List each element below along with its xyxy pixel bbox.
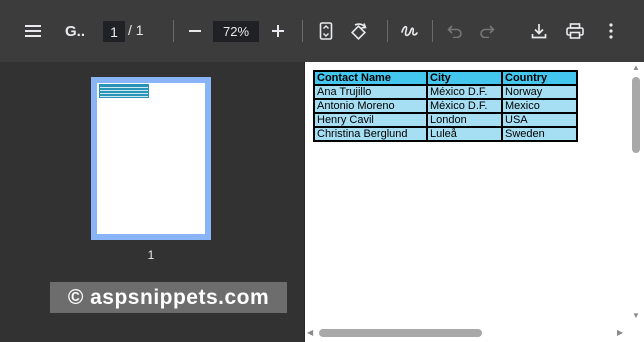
rotate-icon bbox=[345, 17, 373, 45]
table-cell: Antonio Moreno bbox=[313, 98, 428, 114]
thumbnail-table-preview bbox=[99, 84, 149, 98]
thumbnail-page-number: 1 bbox=[147, 248, 155, 262]
table-row: Christina Berglund Luleå Sweden bbox=[313, 126, 578, 142]
column-header-city: City bbox=[426, 70, 503, 86]
table-cell: Sweden bbox=[501, 126, 578, 142]
zoom-in-icon bbox=[264, 17, 292, 45]
annotate-icon bbox=[395, 17, 423, 45]
scroll-down-arrow-icon[interactable]: ▼ bbox=[632, 312, 640, 320]
table-cell: Luleå bbox=[426, 126, 503, 142]
document-title: G.. bbox=[62, 0, 88, 62]
column-header-contact-name: Contact Name bbox=[313, 70, 428, 86]
undo-button[interactable] bbox=[441, 0, 469, 62]
page-number-input[interactable]: 1 bbox=[103, 21, 125, 42]
scroll-left-arrow-icon[interactable]: ◀ bbox=[307, 329, 313, 337]
print-button[interactable] bbox=[561, 0, 589, 62]
menu-button[interactable] bbox=[19, 0, 47, 62]
document-title-text: G.. bbox=[64, 22, 85, 40]
more-icon bbox=[597, 17, 625, 45]
toolbar-separator bbox=[432, 20, 433, 42]
table-cell: Mexico bbox=[501, 98, 578, 114]
page-total-value: 1 bbox=[135, 22, 144, 38]
watermark: © aspsnippets.com bbox=[50, 282, 287, 313]
zoom-level-input[interactable]: 72% bbox=[213, 21, 259, 42]
zoom-out-icon bbox=[181, 17, 209, 45]
redo-button[interactable] bbox=[473, 0, 501, 62]
table-cell: México D.F. bbox=[426, 84, 503, 100]
table-cell: USA bbox=[501, 112, 578, 128]
more-actions-button[interactable] bbox=[597, 0, 625, 62]
table-cell: London bbox=[426, 112, 503, 128]
table-header-row: Contact Name City Country bbox=[313, 70, 578, 86]
toolbar-separator bbox=[302, 20, 303, 42]
fit-page-icon bbox=[312, 17, 340, 45]
zoom-in-button[interactable] bbox=[264, 0, 292, 62]
table-cell: Henry Cavil bbox=[313, 112, 428, 128]
toolbar-separator bbox=[173, 20, 174, 42]
table-cell: Norway bbox=[501, 84, 578, 100]
vertical-scrollbar-thumb[interactable] bbox=[632, 77, 640, 153]
page-thumbnail[interactable] bbox=[97, 83, 205, 234]
download-icon bbox=[525, 17, 553, 45]
fit-page-button[interactable] bbox=[312, 0, 340, 62]
table-cell: Ana Trujillo bbox=[313, 84, 428, 100]
menu-icon bbox=[19, 17, 47, 45]
page-separator: / bbox=[128, 22, 132, 38]
scroll-right-arrow-icon[interactable]: ▶ bbox=[617, 329, 623, 337]
table-row: Antonio Moreno México D.F. Mexico bbox=[313, 98, 578, 114]
table-row: Ana Trujillo México D.F. Norway bbox=[313, 84, 578, 100]
table-cell: Christina Berglund bbox=[313, 126, 428, 142]
zoom-out-button[interactable] bbox=[181, 0, 209, 62]
print-icon bbox=[561, 17, 589, 45]
horizontal-scrollbar-thumb[interactable] bbox=[319, 329, 482, 337]
contacts-table: Contact Name City Country Ana Trujillo M… bbox=[313, 70, 578, 142]
pdf-toolbar: G.. 1 / 1 72% bbox=[0, 0, 644, 62]
redo-icon bbox=[473, 17, 501, 45]
page-total: / 1 bbox=[128, 22, 144, 38]
toolbar-separator bbox=[387, 20, 388, 42]
annotate-button[interactable] bbox=[395, 0, 423, 62]
table-row: Henry Cavil London USA bbox=[313, 112, 578, 128]
undo-icon bbox=[441, 17, 469, 45]
table-cell: México D.F. bbox=[426, 98, 503, 114]
download-button[interactable] bbox=[525, 0, 553, 62]
rotate-button[interactable] bbox=[345, 0, 373, 62]
column-header-country: Country bbox=[501, 70, 578, 86]
scroll-up-arrow-icon[interactable]: ▲ bbox=[632, 64, 640, 72]
